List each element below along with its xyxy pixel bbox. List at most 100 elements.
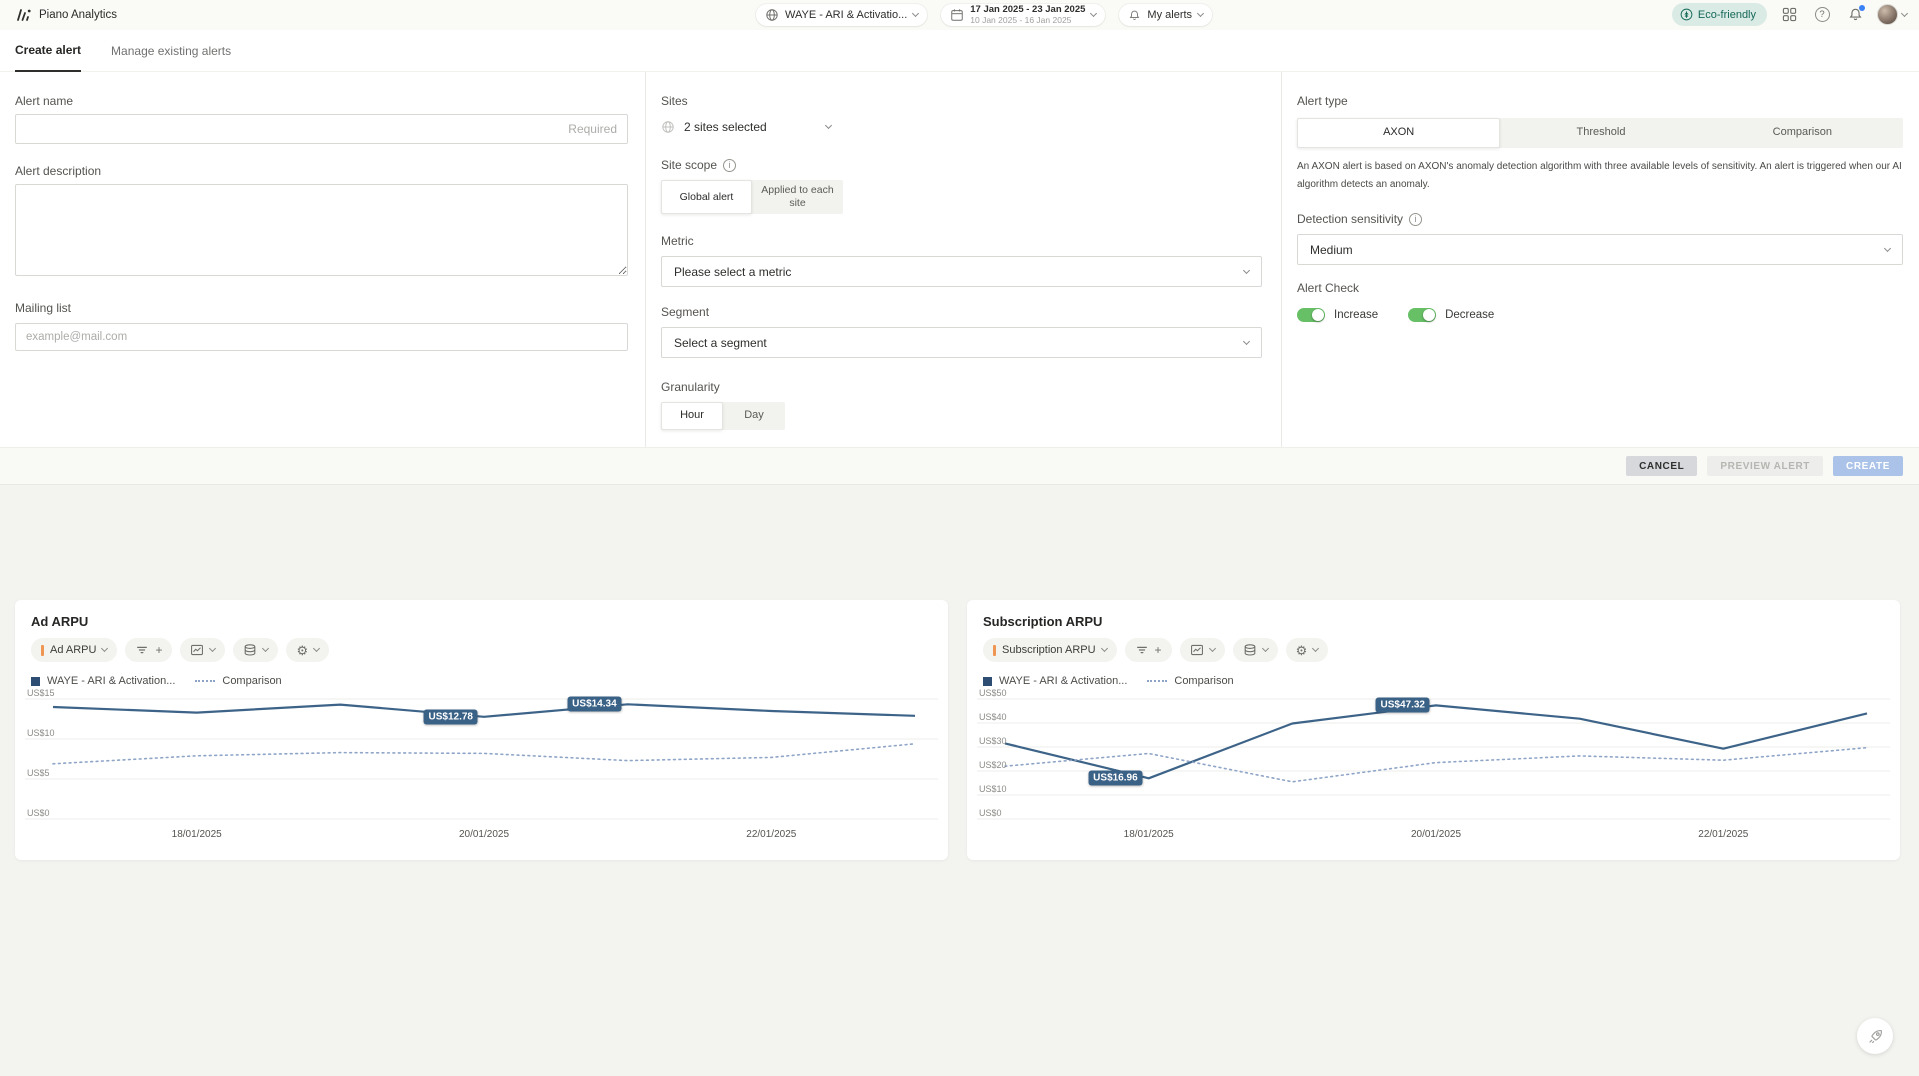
- notification-dot: [1859, 5, 1865, 11]
- chart-type-pill[interactable]: [1180, 638, 1225, 662]
- alert-type-segmented-control: AXONThresholdComparison: [1297, 118, 1903, 148]
- granularity-segmented-control: HourDay: [661, 402, 785, 430]
- piano-analytics-logo-icon: [14, 7, 32, 23]
- settings-pill[interactable]: ⚙: [286, 638, 329, 662]
- segment-option[interactable]: Hour: [661, 402, 723, 430]
- sites-selector[interactable]: 2 sites selected: [661, 120, 831, 134]
- metric-selector-pill[interactable]: Subscription ARPU: [983, 638, 1117, 662]
- tab-manage-existing-alerts[interactable]: Manage existing alerts: [111, 44, 231, 71]
- eco-badge-label: Eco-friendly: [1698, 9, 1756, 21]
- site-scope-segmented-control: Global alertApplied to each site: [661, 180, 843, 214]
- segment-option[interactable]: AXON: [1297, 118, 1500, 148]
- notifications-button[interactable]: [1844, 4, 1866, 26]
- bell-icon: [1128, 9, 1141, 22]
- data-point-label: US$16.96: [1088, 771, 1142, 786]
- mailing-list-input[interactable]: [15, 323, 628, 351]
- assistant-rocket-button[interactable]: [1857, 1018, 1893, 1054]
- segment-select[interactable]: Select a segment: [661, 327, 1262, 358]
- metric-select[interactable]: Please select a metric: [661, 256, 1262, 287]
- legend-item-comparison[interactable]: Comparison: [195, 675, 281, 687]
- y-axis-tick: US$0: [979, 808, 1002, 818]
- legend-item-comparison[interactable]: Comparison: [1147, 675, 1233, 687]
- chart-legend: WAYE - ARI & Activation... Comparison: [967, 662, 1900, 687]
- legend-swatch-comparison: [195, 680, 215, 682]
- alert-description-label: Alert description: [15, 164, 628, 178]
- metric-color-bar: [41, 645, 44, 656]
- gear-icon: ⚙: [1296, 644, 1308, 657]
- metric-selector-pill[interactable]: Ad ARPU: [31, 638, 117, 662]
- y-axis-tick: US$50: [979, 688, 1007, 698]
- segment-option[interactable]: Day: [723, 402, 785, 430]
- sites-selected-value: 2 sites selected: [684, 120, 817, 134]
- sites-label: Sites: [661, 94, 1262, 108]
- apps-grid-icon: [1782, 7, 1797, 22]
- toggle-decrease[interactable]: Decrease: [1408, 308, 1494, 322]
- site-selector[interactable]: WAYE - ARI & Activatio...: [756, 4, 927, 26]
- alert-type-label: Alert type: [1297, 94, 1903, 108]
- plot-area[interactable]: US$0US$10US$20US$30US$40US$50US$16.96US$…: [975, 697, 1892, 821]
- legend-swatch-main: [31, 677, 40, 686]
- x-axis-tick: 18/01/2025: [1124, 829, 1174, 840]
- chart-type-pill[interactable]: [180, 638, 225, 662]
- plot-area[interactable]: US$0US$5US$10US$15US$12.78US$14.34: [23, 697, 940, 821]
- cancel-button[interactable]: CANCEL: [1626, 456, 1697, 476]
- eco-tree-icon: [1680, 8, 1693, 21]
- filter-pill[interactable]: +: [1125, 638, 1172, 662]
- legend-label-comparison: Comparison: [1174, 675, 1233, 687]
- alert-description-input[interactable]: [15, 184, 628, 276]
- segment-option[interactable]: Applied to each site: [752, 180, 843, 214]
- create-button[interactable]: CREATE: [1833, 456, 1903, 476]
- chevron-down-icon: [825, 122, 832, 129]
- user-menu[interactable]: [1877, 4, 1907, 26]
- detection-sensitivity-label-text: Detection sensitivity: [1297, 212, 1403, 226]
- segment-option[interactable]: Threshold: [1500, 118, 1701, 148]
- metric-select-value: Please select a metric: [674, 265, 791, 279]
- x-axis-tick: 18/01/2025: [172, 829, 222, 840]
- y-axis-tick: US$15: [27, 688, 55, 698]
- chart-legend: WAYE - ARI & Activation... Comparison: [15, 662, 948, 687]
- detection-sensitivity-select[interactable]: Medium: [1297, 234, 1903, 265]
- x-axis: 18/01/202520/01/202522/01/2025: [975, 823, 1892, 845]
- apps-grid-button[interactable]: [1778, 4, 1800, 26]
- my-alerts-menu[interactable]: My alerts: [1119, 4, 1212, 26]
- toggle-switch[interactable]: [1297, 308, 1325, 322]
- chevron-down-icon: [262, 645, 269, 652]
- calendar-icon: [950, 8, 964, 22]
- chevron-down-icon: [1101, 645, 1108, 652]
- chart-toolbar: Ad ARPU + ⚙: [15, 629, 948, 662]
- legend-item-main[interactable]: WAYE - ARI & Activation...: [31, 675, 175, 687]
- metric-color-bar: [993, 645, 996, 656]
- preview-alert-button[interactable]: PREVIEW ALERT: [1707, 456, 1823, 476]
- toggle-switch[interactable]: [1408, 308, 1436, 322]
- chevron-down-icon: [313, 645, 320, 652]
- data-source-pill[interactable]: [1233, 638, 1278, 662]
- help-button[interactable]: ?: [1811, 4, 1833, 26]
- settings-pill[interactable]: ⚙: [1286, 638, 1329, 662]
- site-scope-label-text: Site scope: [661, 158, 717, 172]
- chart-title: Subscription ARPU: [967, 600, 1900, 629]
- granularity-label: Granularity: [661, 380, 1262, 394]
- segment-option[interactable]: Global alert: [661, 180, 752, 214]
- data-source-pill[interactable]: [233, 638, 278, 662]
- legend-label-main: WAYE - ARI & Activation...: [47, 675, 175, 687]
- eco-friendly-badge[interactable]: Eco-friendly: [1672, 3, 1767, 26]
- chart-svg: [23, 697, 940, 821]
- chevron-down-icon: [1901, 9, 1908, 16]
- info-icon[interactable]: i: [723, 159, 736, 172]
- segment-option[interactable]: Comparison: [1702, 118, 1903, 148]
- top-bar: Piano Analytics WAYE - ARI & Activatio..…: [0, 0, 1919, 30]
- column-divider: [645, 72, 646, 447]
- toggle-increase[interactable]: Increase: [1297, 308, 1378, 322]
- metric-label: Metric: [661, 234, 1262, 248]
- create-alert-form: Alert name Alert description Mailing lis…: [0, 72, 1919, 447]
- tab-create-alert[interactable]: Create alert: [15, 43, 81, 72]
- chevron-down-icon: [1312, 645, 1319, 652]
- legend-item-main[interactable]: WAYE - ARI & Activation...: [983, 675, 1127, 687]
- date-range-picker[interactable]: 17 Jan 2025 - 23 Jan 2025 10 Jan 2025 - …: [941, 4, 1105, 26]
- alert-name-input[interactable]: [15, 114, 628, 144]
- chevron-down-icon: [209, 645, 216, 652]
- filter-pill[interactable]: +: [125, 638, 172, 662]
- detection-sensitivity-value: Medium: [1310, 243, 1353, 257]
- globe-icon: [661, 120, 675, 134]
- info-icon[interactable]: i: [1409, 213, 1422, 226]
